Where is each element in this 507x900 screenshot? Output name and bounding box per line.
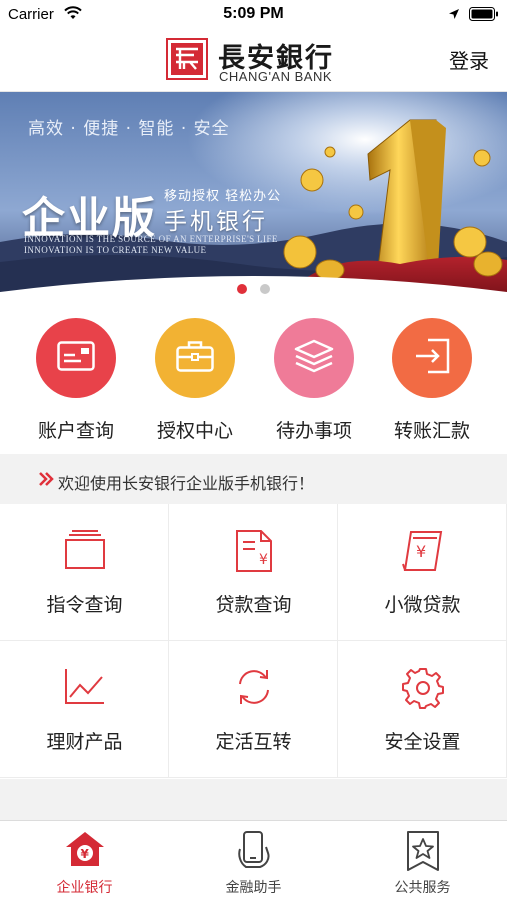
quick-action-account-query[interactable]: 账户查询	[16, 318, 136, 443]
tab-finance-assistant[interactable]: 金融助手	[169, 821, 338, 900]
svg-text:¥: ¥	[416, 542, 426, 561]
banner-innovation-line: INNOVATION IS TO CREATE NEW VALUE	[24, 245, 207, 255]
tab-public-services[interactable]: 公共服务	[338, 821, 507, 900]
grid-item-label: 贷款查询	[215, 594, 292, 616]
promo-banner[interactable]: 高效 · 便捷 · 智能 · 安全 企业版 移动授权 轻松办公 手机银行 INN…	[0, 92, 507, 308]
tab-label: 公共服务	[394, 880, 451, 896]
quick-action-label: 待办事项	[275, 420, 352, 442]
home-yuan-icon: ¥	[0, 831, 169, 867]
phone-hand-icon	[169, 831, 338, 871]
grid-item-loan-query[interactable]: ¥ 贷款查询	[169, 504, 338, 641]
refresh-icon	[169, 667, 338, 707]
tab-enterprise-bank[interactable]: ¥ 企业银行	[0, 821, 169, 900]
status-bar: Carrier 5:09 PM	[0, 0, 507, 28]
quick-action-circle	[36, 318, 116, 398]
grid-item-label: 小微贷款	[384, 594, 461, 616]
grid-item-micro-loan[interactable]: ¥ 小微贷款	[338, 504, 507, 641]
quick-action-transfer[interactable]: 转账汇款	[372, 318, 492, 443]
quick-actions: 账户查询 授权中心 待办事项 转账汇款	[0, 308, 507, 454]
grid-item-fixed-demand-transfer[interactable]: 定活互转	[169, 641, 338, 778]
notice-bar[interactable]: 欢迎使用长安银行企业版手机银行！	[0, 460, 507, 500]
banner-innovation-line: INNOVATION IS THE SOURCE OF AN ENTERPRIS…	[24, 234, 278, 244]
quick-action-authorization[interactable]: 授权中心	[135, 318, 255, 443]
battery-icon	[469, 7, 499, 26]
quick-action-circle	[392, 318, 472, 398]
card-icon	[57, 341, 95, 375]
banner-page-dot-active[interactable]	[237, 284, 247, 294]
bookmark-star-icon	[338, 831, 507, 871]
double-chevron-icon	[38, 471, 54, 491]
grid-item-security-settings[interactable]: 安全设置	[338, 641, 507, 778]
service-grid: 指令查询 ¥ 贷款查询 ¥ 小微贷款 理财产品 定活互转 安全设置	[0, 504, 507, 779]
login-button[interactable]: 登录	[449, 45, 489, 74]
transfer-icon	[414, 338, 450, 378]
chart-line-icon	[0, 667, 169, 705]
quick-action-label: 账户查询	[37, 420, 114, 442]
layers-icon	[294, 339, 334, 377]
svg-text:¥: ¥	[259, 552, 268, 568]
bottom-tab-bar: ¥ 企业银行 金融助手 公共服务	[0, 820, 507, 900]
loan-document-icon: ¥	[169, 530, 338, 572]
stack-icon	[0, 530, 169, 570]
grid-item-label: 指令查询	[46, 594, 123, 616]
quick-action-circle	[155, 318, 235, 398]
app-root: Carrier 5:09 PM 長安銀行 CHANG'AN BANK 登录 高效…	[0, 0, 507, 900]
grid-item-wealth-products[interactable]: 理财产品	[0, 641, 169, 778]
gear-icon	[338, 667, 507, 709]
tab-label: 企业银行	[56, 880, 113, 896]
quick-action-todo[interactable]: 待办事项	[254, 318, 374, 443]
grid-item-label: 定活互转	[215, 731, 292, 753]
clock-label: 5:09 PM	[223, 5, 284, 22]
app-header: 長安銀行 CHANG'AN BANK 登录	[0, 28, 507, 92]
briefcase-icon	[176, 340, 214, 376]
location-arrow-icon	[448, 7, 460, 25]
tab-label: 金融助手	[225, 880, 282, 896]
quick-action-circle	[274, 318, 354, 398]
banner-product-title: 手机银行	[164, 209, 268, 235]
grid-item-label: 理财产品	[46, 731, 123, 753]
quick-action-label: 转账汇款	[393, 420, 470, 442]
grid-item-label: 安全设置	[384, 731, 461, 753]
grid-item-instruction-query[interactable]: 指令查询	[0, 504, 169, 641]
quick-action-label: 授权中心	[156, 420, 233, 442]
brand-name-english: CHANG'AN BANK	[219, 69, 333, 84]
notice-text: 欢迎使用长安银行企业版手机银行！	[58, 474, 315, 493]
banner-page-dot[interactable]	[260, 284, 270, 294]
svg-text:¥: ¥	[80, 847, 89, 861]
banner-tagline: 高效 · 便捷 · 智能 · 安全	[28, 119, 230, 139]
cash-icon: ¥	[338, 530, 507, 572]
bank-seal-logo-icon	[166, 38, 208, 84]
